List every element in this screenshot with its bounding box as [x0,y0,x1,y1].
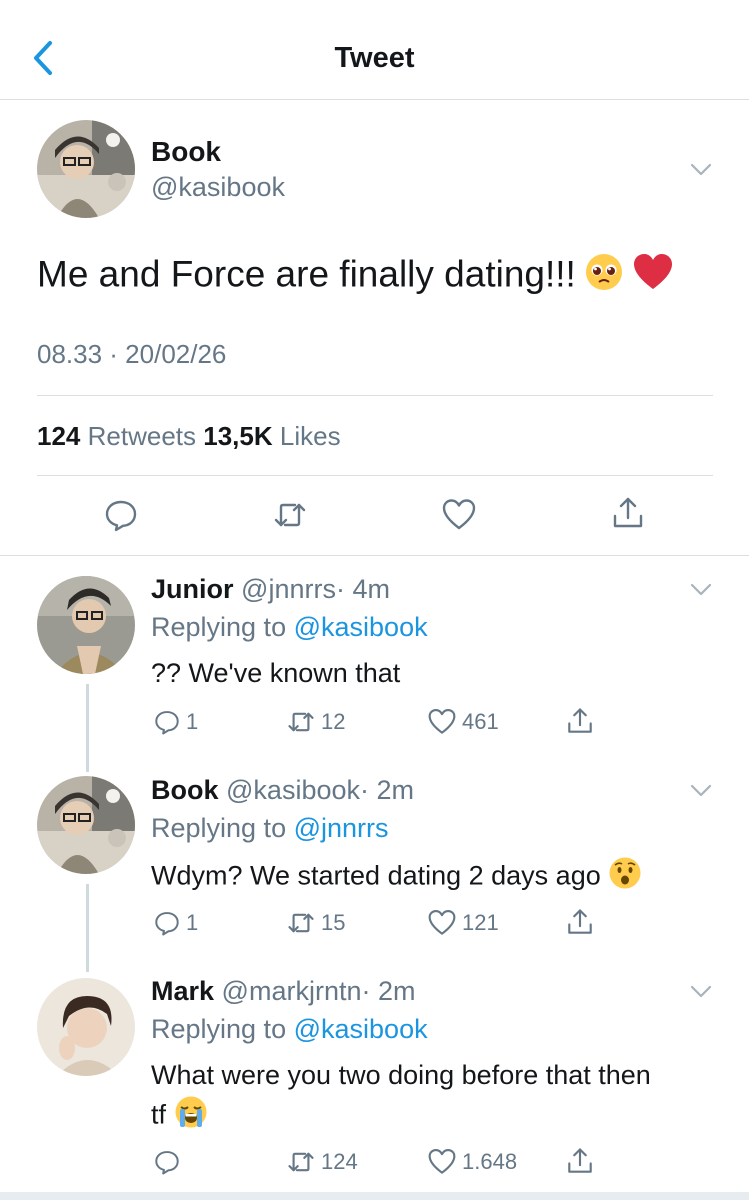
divider [0,555,749,556]
avatar[interactable] [37,978,135,1076]
share-action[interactable] [566,706,600,736]
share-action[interactable] [566,1146,600,1176]
reply-header: Mark @markjrntn· 2m [151,976,415,1007]
reply-action[interactable]: 1 [154,909,198,937]
reply-icon [155,1151,179,1175]
likes-label[interactable]: Likes [280,421,341,451]
replying-to-link[interactable]: @kasibook [294,1014,428,1044]
replying-to-label: Replying to [151,813,287,843]
share-icon [568,909,592,934]
replying-to: Replying to @kasibook [151,1014,428,1045]
chevron-down-icon[interactable] [690,784,712,798]
like-action[interactable]: 121 [428,909,499,937]
heart-icon [428,1148,456,1174]
reply-text: What were you two doing before that then… [151,1057,721,1138]
divider [37,475,713,476]
tweet-timestamp: 08.33 · 20/02/26 [37,339,227,369]
avatar[interactable] [37,776,135,874]
replying-to-label: Replying to [151,612,287,642]
thread-line [86,884,89,972]
share-icon [568,1148,592,1173]
author-handle[interactable]: @kasibook [151,172,285,203]
reply-text-line-content: tf [151,1099,167,1130]
like-count: 121 [462,910,499,935]
retweets-label[interactable]: Retweets [88,421,196,451]
reply-text-content: Wdym? We started dating 2 days ago [151,860,601,891]
heart-icon [428,909,456,935]
like-count: 461 [462,709,499,734]
tweet-stats: 124 Retweets 13,5K Likes [37,421,341,452]
replying-to-label: Replying to [151,1014,287,1044]
reply-count: 1 [186,910,199,935]
reply-time: · 2m [361,976,416,1006]
reply-author-name[interactable]: Book [151,775,219,805]
retweet-count: 15 [321,910,346,935]
pleading-face-emoji-icon [584,252,624,301]
divider [37,395,713,396]
reply-icon [155,711,179,735]
red-heart-emoji-icon [632,252,674,301]
heart-icon[interactable] [442,498,476,532]
reply-author-handle[interactable]: @kasibook [226,775,360,805]
retweet-icon[interactable] [273,498,307,532]
reply-action[interactable] [154,1148,186,1176]
retweet-icon [288,913,314,933]
share-action[interactable] [566,907,600,937]
share-icon [568,708,592,733]
reply-text: ?? We've known that [151,658,401,688]
reply-action[interactable]: 1 [154,708,198,736]
reply-author-name[interactable]: Mark [151,976,214,1006]
retweet-action[interactable]: 15 [287,909,345,937]
page-title: Tweet [334,42,415,74]
author-name[interactable]: Book [151,136,221,168]
reply-header: Junior @jnnrrs· 4m [151,574,390,605]
avatar[interactable] [37,576,135,674]
retweet-action[interactable]: 12 [287,708,345,736]
retweet-icon [288,1152,314,1172]
likes-count[interactable]: 13,5K [203,421,272,451]
chevron-down-icon[interactable] [690,985,712,999]
retweet-count: 124 [321,1149,358,1174]
like-count: 1.648 [462,1149,518,1174]
replying-to: Replying to @kasibook [151,612,428,643]
retweet-action[interactable]: 124 [287,1148,358,1176]
reply-author-handle[interactable]: @jnnrrs [241,574,336,604]
reply-author-name[interactable]: Junior [151,574,234,604]
avatar[interactable] [37,120,135,218]
heart-icon [428,708,456,734]
like-action[interactable]: 461 [428,708,499,736]
reply-icon [155,912,179,936]
share-icon[interactable] [611,496,645,530]
retweets-count[interactable]: 124 [37,421,80,451]
replying-to-link[interactable]: @jnnrrs [294,813,389,843]
chevron-down-icon[interactable] [690,583,712,597]
tweet-text-content: Me and Force are finally dating!!! [37,253,576,295]
reply-count: 1 [186,709,199,734]
replying-to-link[interactable]: @kasibook [294,612,428,642]
like-action[interactable]: 1.648 [428,1148,517,1176]
reply-text: Wdym? We started dating 2 days ago [151,856,721,899]
replying-to: Replying to @jnnrrs [151,813,389,844]
tweet-text: Me and Force are finally dating!!! [37,252,674,301]
reply-time: · 2m [360,775,414,805]
reply-header: Book @kasibook· 2m [151,775,414,806]
bottom-separator [0,1192,749,1200]
loudly-crying-face-emoji-icon [174,1095,208,1138]
hushed-face-emoji-icon [608,856,642,899]
navigation-bar: Tweet [0,0,749,100]
reply-time: · 4m [335,574,390,604]
retweet-icon [288,712,314,732]
reply-text-line: tf [151,1095,721,1138]
retweet-count: 12 [321,709,346,734]
thread-line [86,684,89,772]
chevron-down-icon[interactable] [690,163,712,177]
reply-author-handle[interactable]: @markjrntn [222,976,362,1006]
reply-icon[interactable] [104,498,138,532]
reply-text-line: What were you two doing before that then [151,1060,651,1090]
